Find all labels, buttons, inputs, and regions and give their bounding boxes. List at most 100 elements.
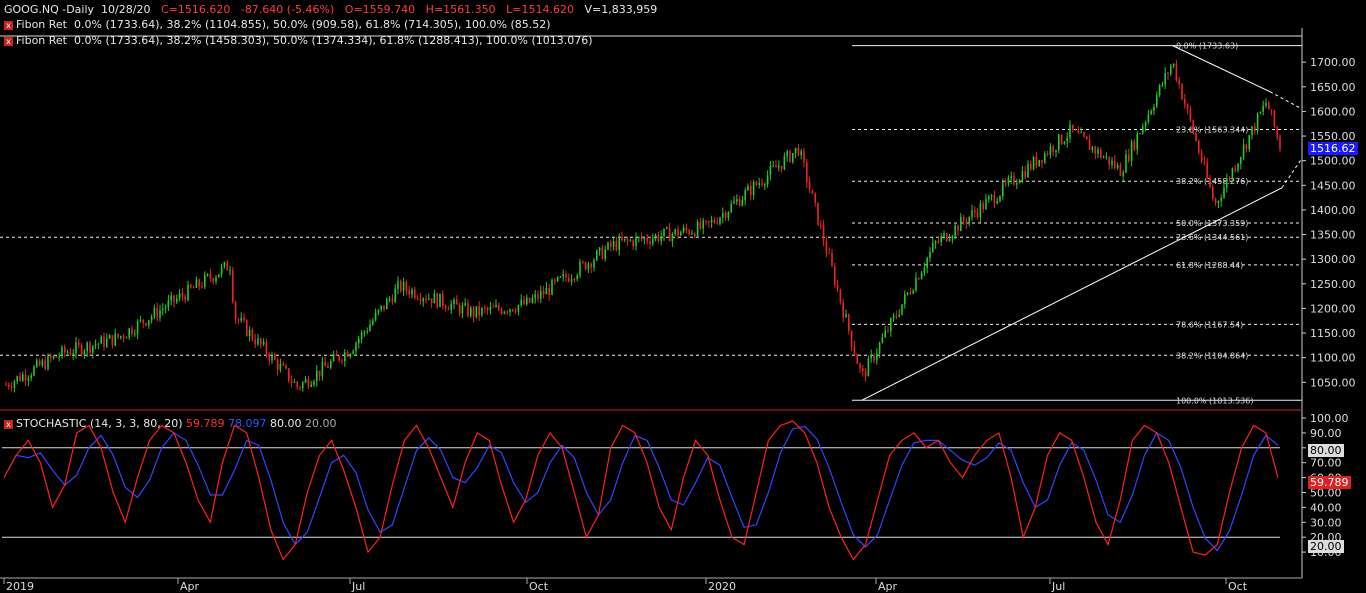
stochastic-panel: 10.0020.0030.0040.0050.0060.0070.0080.00…: [2, 412, 1349, 561]
candle-body: [397, 281, 399, 289]
y-tick-label: 1100.00: [1310, 352, 1356, 365]
candle-body: [677, 229, 679, 236]
candle-body: [909, 292, 912, 294]
candle-body: [755, 181, 758, 185]
x-tick-label: Jul: [351, 580, 365, 593]
candle-body: [573, 279, 576, 281]
candle-body: [422, 298, 424, 302]
fib-level-label: 23.6% (1563.344): [1176, 125, 1248, 134]
candle-body: [75, 342, 77, 354]
candle-body: [402, 281, 405, 291]
candle-body: [470, 307, 472, 316]
candle-body: [1044, 153, 1046, 163]
candle-body: [990, 195, 993, 197]
candle-body: [842, 302, 844, 318]
candle-body: [579, 261, 581, 276]
candle-body: [663, 228, 665, 237]
y-tick-label: 1300.00: [1310, 253, 1356, 266]
candle-body: [960, 217, 962, 232]
candle-body: [713, 220, 716, 223]
candle-body: [1195, 132, 1197, 141]
candle-body: [1052, 146, 1054, 153]
candle-body: [198, 279, 200, 287]
candle-body: [652, 238, 654, 244]
candle-body: [72, 353, 74, 355]
candle-body: [764, 184, 766, 186]
stoch-tick-label: 30.00: [1310, 516, 1342, 529]
open-label: O=1559.740: [344, 3, 416, 16]
candle-body: [254, 339, 256, 345]
candle-body: [526, 297, 528, 305]
close-icon[interactable]: x: [4, 36, 13, 46]
candle-body: [761, 183, 763, 185]
fib-2-values: 0.0% (1733.64), 38.2% (1458.303), 50.0% …: [74, 34, 593, 47]
candle-body: [38, 360, 41, 366]
candle-body: [1091, 146, 1094, 150]
candle-body: [335, 354, 338, 357]
candle-body: [654, 234, 657, 239]
stoch-upper-badge: 80.00: [1308, 444, 1344, 457]
candle-body: [1279, 136, 1281, 150]
candle-body: [1175, 63, 1178, 81]
candle-body: [576, 275, 578, 280]
candle-body: [733, 201, 735, 204]
candle-body: [1010, 175, 1012, 179]
candle-body: [1192, 120, 1194, 133]
fib-1-label: Fibon Ret: [16, 18, 67, 31]
candle-body: [377, 309, 380, 313]
candle-body: [590, 263, 592, 268]
support-trendline: [861, 187, 1283, 401]
candle-body: [923, 267, 926, 273]
candle-body: [736, 199, 738, 202]
candle-body: [828, 252, 830, 254]
candle-body: [5, 384, 7, 386]
candle-body: [1262, 105, 1264, 112]
candle-body: [125, 337, 128, 339]
candle-body: [134, 333, 136, 335]
candle-body: [724, 212, 727, 218]
close-icon[interactable]: x: [4, 20, 13, 30]
stoch-header[interactable]: x STOCHASTIC (14, 3, 3, 80, 20) 59.789 78…: [4, 417, 337, 430]
candle-body: [607, 242, 609, 250]
candle-body: [811, 189, 814, 194]
candle-body: [881, 337, 884, 343]
candle-body: [708, 221, 710, 223]
candle-body: [1206, 162, 1208, 178]
candle-body: [1027, 163, 1029, 178]
candle-body: [848, 314, 850, 331]
candle-body: [514, 311, 517, 313]
candle-body: [436, 293, 438, 308]
candle-body: [993, 195, 996, 204]
x-tick-label: Jul: [1051, 580, 1065, 593]
candle-body: [1268, 103, 1270, 110]
candle-body: [873, 354, 875, 361]
candle-body: [780, 165, 783, 170]
candle-body: [534, 294, 536, 299]
candle-body: [1013, 175, 1015, 185]
candle-body: [374, 312, 377, 321]
candle-body: [674, 229, 676, 234]
fib-study-1[interactable]: x Fibon Ret 0.0% (1733.64), 38.2% (1104.8…: [4, 18, 551, 31]
candle-body: [856, 354, 858, 364]
candle-body: [318, 370, 321, 377]
fib-study-2[interactable]: x Fibon Ret 0.0% (1733.64), 38.2% (1458.3…: [4, 34, 593, 47]
candle-body: [313, 381, 315, 385]
resistance-trendline: [1172, 45, 1271, 93]
candle-body: [531, 298, 534, 303]
candle-body: [16, 376, 18, 382]
candle-body: [1144, 122, 1147, 127]
candle-body: [1254, 126, 1256, 131]
candle-body: [24, 374, 27, 381]
close-icon[interactable]: x: [4, 419, 13, 429]
candle-body: [884, 330, 886, 338]
candle-body: [971, 210, 973, 217]
candle-body: [327, 365, 329, 368]
candle-body: [1133, 141, 1136, 150]
candle-body: [352, 351, 354, 354]
candle-body: [86, 342, 88, 352]
candle-body: [660, 236, 662, 241]
candle-body: [629, 240, 632, 242]
candle-body: [296, 381, 298, 388]
candle-body: [772, 165, 774, 167]
candle-body: [705, 220, 707, 222]
